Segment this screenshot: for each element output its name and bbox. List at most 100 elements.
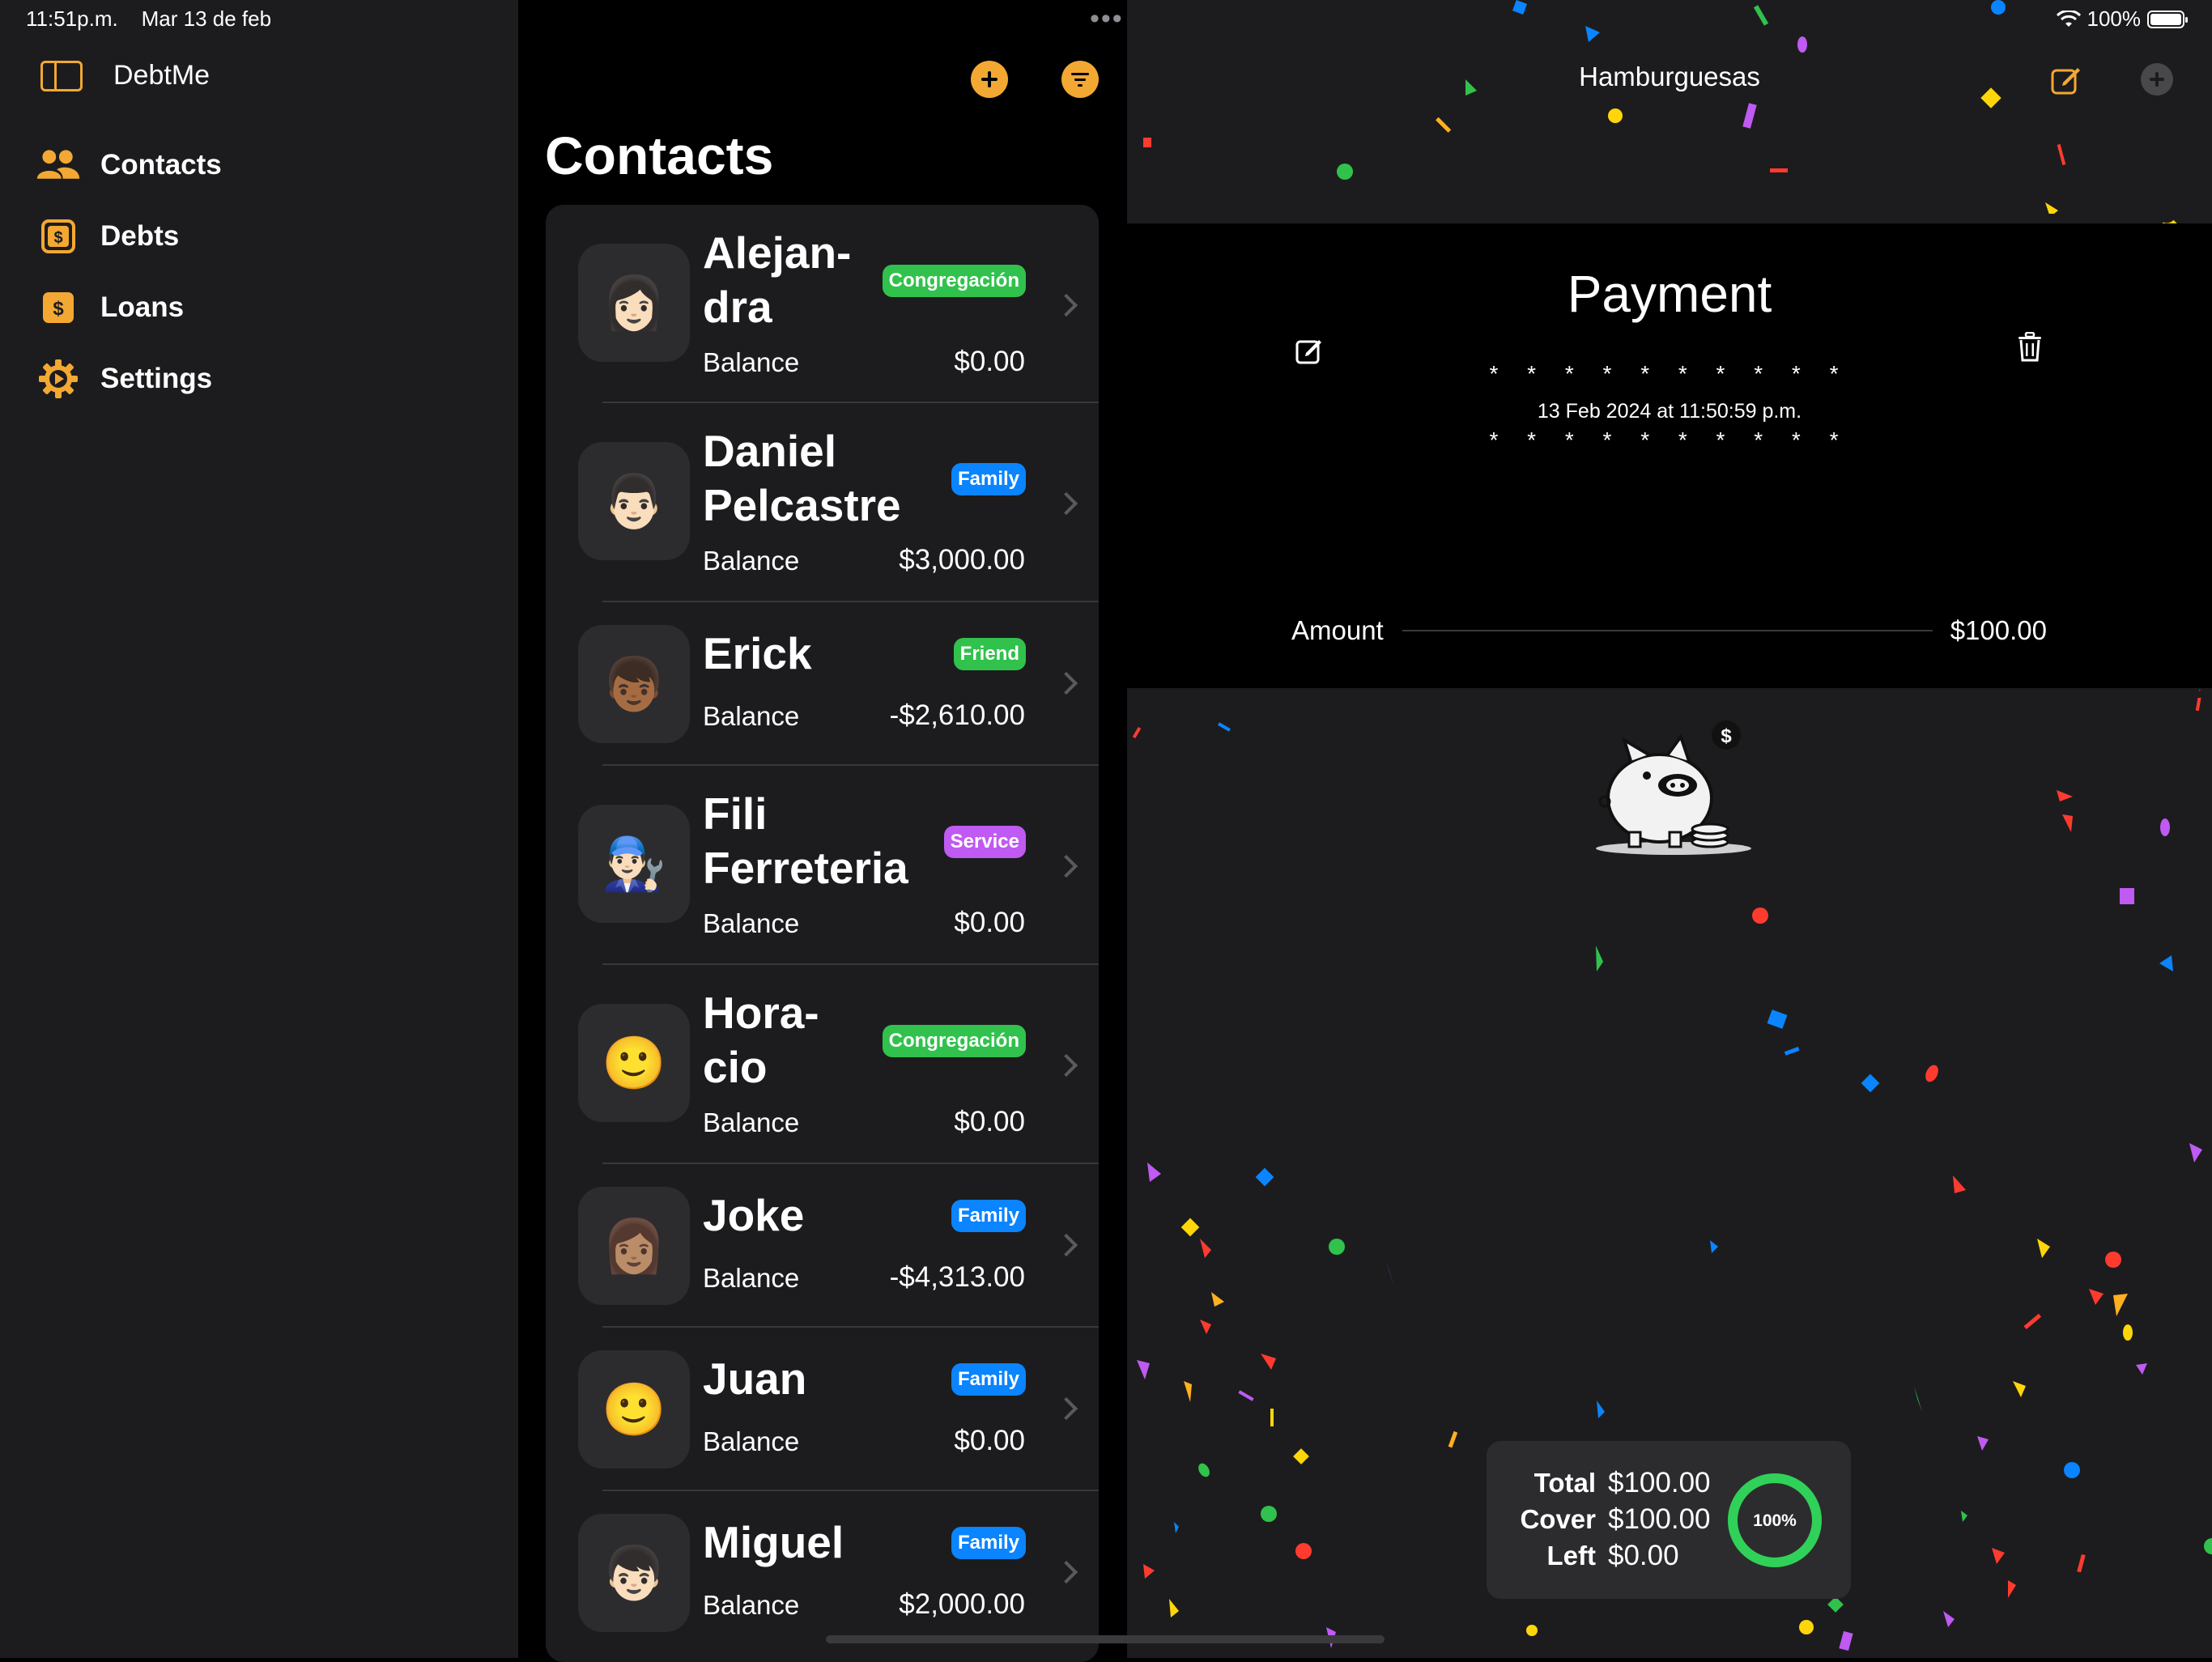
- piggy-bank-illustration: $: [1596, 720, 1751, 855]
- balance-value: $2,000.00: [899, 1588, 1025, 1620]
- chevron-right-icon: [1054, 1560, 1078, 1584]
- contact-row[interactable]: 👨🏻‍🔧 Fili Ferreteria Service Balance $0.…: [546, 766, 1099, 965]
- avatar: 👦🏻: [578, 1514, 690, 1632]
- sidebar-header: DebtMe: [40, 60, 210, 91]
- plus-icon: [981, 71, 998, 87]
- svg-text:$: $: [53, 229, 62, 247]
- balance-label: Balance: [703, 1263, 800, 1293]
- balance-label: Balance: [703, 908, 800, 938]
- chevron-right-icon: [1054, 671, 1078, 695]
- sidebar-item-label: Settings: [100, 363, 213, 394]
- sidebar-item-loans[interactable]: $ Loans: [36, 272, 222, 343]
- avatar: 👩🏽: [578, 1187, 690, 1305]
- balance-value: $0.00: [954, 1106, 1025, 1137]
- balance-value: $0.00: [954, 907, 1025, 938]
- sidebar-nav: Contacts $ Debts $ Loans Settings: [36, 130, 222, 414]
- amount-dotted-line: [1402, 630, 1933, 631]
- dollar-square-icon: $: [36, 216, 81, 257]
- contact-name: Miguel: [703, 1517, 844, 1567]
- ticket-date: 13 Feb 2024 at 11:50:59 p.m.: [1537, 400, 1802, 423]
- tag-badge: Family: [951, 1200, 1026, 1232]
- contact-row[interactable]: 👩🏻 Alejan- dra Congregación Balance $0.0…: [546, 205, 1099, 403]
- balance-label: Balance: [703, 546, 800, 576]
- avatar: 🙂: [578, 1350, 690, 1469]
- sidebar-toggle-icon[interactable]: [40, 60, 83, 91]
- ticket-edge-bottom: [1127, 678, 2212, 698]
- sidebar: DebtMe Contacts $ Debts $ Loans Settings: [0, 0, 518, 1658]
- contact-row[interactable]: 🙂 Juan Family Balance $0.00: [546, 1328, 1099, 1491]
- progress-ring: 100%: [1728, 1473, 1822, 1567]
- contact-row[interactable]: 👩🏽 Joke Family Balance -$4,313.00: [546, 1164, 1099, 1328]
- person-2-icon: [36, 145, 81, 185]
- balance-label: Balance: [703, 701, 800, 731]
- balance-value: -$4,313.00: [889, 1261, 1025, 1293]
- tag-badge: Congregación: [882, 1025, 1026, 1057]
- tag-badge: Service: [943, 826, 1026, 858]
- sidebar-item-label: Debts: [100, 220, 180, 252]
- contact-row[interactable]: 👦🏾 Erick Friend Balance -$2,610.00: [546, 602, 1099, 766]
- balance-label: Balance: [703, 1107, 800, 1137]
- app-title: DebtMe: [113, 60, 211, 91]
- contact-row[interactable]: 👦🏻 Miguel Family Balance $2,000.00: [546, 1491, 1099, 1655]
- chevron-right-icon: [1054, 1233, 1078, 1257]
- contact-name: Hora- cio: [703, 988, 819, 1092]
- avatar: 👩🏻: [578, 244, 690, 362]
- trash-icon[interactable]: [2016, 332, 2044, 363]
- contact-name: Fili Ferreteria: [703, 788, 908, 893]
- plus-icon: [2150, 72, 2164, 87]
- contact-row[interactable]: 👨🏻 Daniel Pelcastre Family Balance $3,00…: [546, 403, 1099, 602]
- page-title: Contacts: [545, 125, 774, 185]
- tag-badge: Family: [951, 1363, 1026, 1396]
- home-indicator: [826, 1635, 1385, 1643]
- chevron-right-icon: [1054, 293, 1078, 317]
- left-label: Left: [1546, 1541, 1597, 1571]
- add-button[interactable]: [2141, 63, 2173, 96]
- balance-label: Balance: [703, 1590, 800, 1620]
- balance-value: $0.00: [954, 346, 1025, 377]
- payment-summary-card: Total $100.00 Cover $100.00 Left $0.00 1…: [1487, 1441, 1851, 1599]
- contact-row[interactable]: 🙂 Hora- cio Congregación Balance $0.00: [546, 965, 1099, 1164]
- avatar: 👦🏾: [578, 625, 690, 743]
- left-value: $0.00: [1608, 1540, 1679, 1571]
- amount-label: Amount: [1291, 615, 1384, 645]
- tag-badge: Friend: [953, 638, 1026, 670]
- sidebar-item-settings[interactable]: Settings: [36, 343, 222, 414]
- cover-value: $100.00: [1608, 1503, 1711, 1535]
- contact-name: Erick: [703, 628, 812, 678]
- ticket-title: Payment: [1567, 265, 1772, 323]
- detail-pane: Hamburguesas Payment * * * * * * * * * *…: [1127, 0, 2212, 1658]
- filter-icon: [1071, 73, 1089, 87]
- edit-icon[interactable]: [1295, 335, 1324, 364]
- nav-title: Hamburguesas: [1579, 62, 1760, 91]
- chevron-right-icon: [1054, 1396, 1078, 1421]
- avatar: 👨🏻‍🔧: [578, 805, 690, 923]
- sidebar-item-debts[interactable]: $ Debts: [36, 201, 222, 272]
- sidebar-item-contacts[interactable]: Contacts: [36, 130, 222, 201]
- sidebar-item-label: Contacts: [100, 149, 222, 181]
- compose-button[interactable]: [2050, 63, 2082, 96]
- tag-badge: Family: [951, 1527, 1026, 1559]
- more-dots-icon[interactable]: •••: [1090, 3, 1124, 35]
- filter-button[interactable]: [1061, 61, 1099, 98]
- balance-value: $3,000.00: [899, 544, 1025, 576]
- avatar: 🙂: [578, 1004, 690, 1122]
- payment-ticket: Payment * * * * * * * * * * 13 Feb 2024 …: [1127, 214, 2212, 698]
- contact-name: Juan: [703, 1354, 807, 1404]
- svg-text:$: $: [1721, 725, 1732, 747]
- add-contact-button[interactable]: [971, 61, 1008, 98]
- balance-value: $0.00: [954, 1425, 1025, 1456]
- balance-value: -$2,610.00: [889, 699, 1025, 731]
- contact-name: Joke: [703, 1190, 805, 1240]
- contacts-list: 👩🏻 Alejan- dra Congregación Balance $0.0…: [546, 205, 1099, 1662]
- contact-name: Alejan- dra: [703, 227, 852, 332]
- dollar-square-filled-icon: $: [36, 287, 81, 328]
- ticket-edge-top: [1127, 214, 2212, 233]
- chevron-right-icon: [1054, 854, 1078, 878]
- contacts-column: ••• Contacts 👩🏻 Alejan- dra Congregación…: [519, 0, 1126, 1662]
- ticket-stars-top: * * * * * * * * * *: [1489, 361, 1850, 386]
- chevron-right-icon: [1054, 1053, 1078, 1078]
- total-label: Total: [1534, 1468, 1596, 1498]
- gear-icon: [36, 359, 81, 399]
- balance-label: Balance: [703, 1426, 800, 1456]
- tag-badge: Congregación: [882, 265, 1026, 297]
